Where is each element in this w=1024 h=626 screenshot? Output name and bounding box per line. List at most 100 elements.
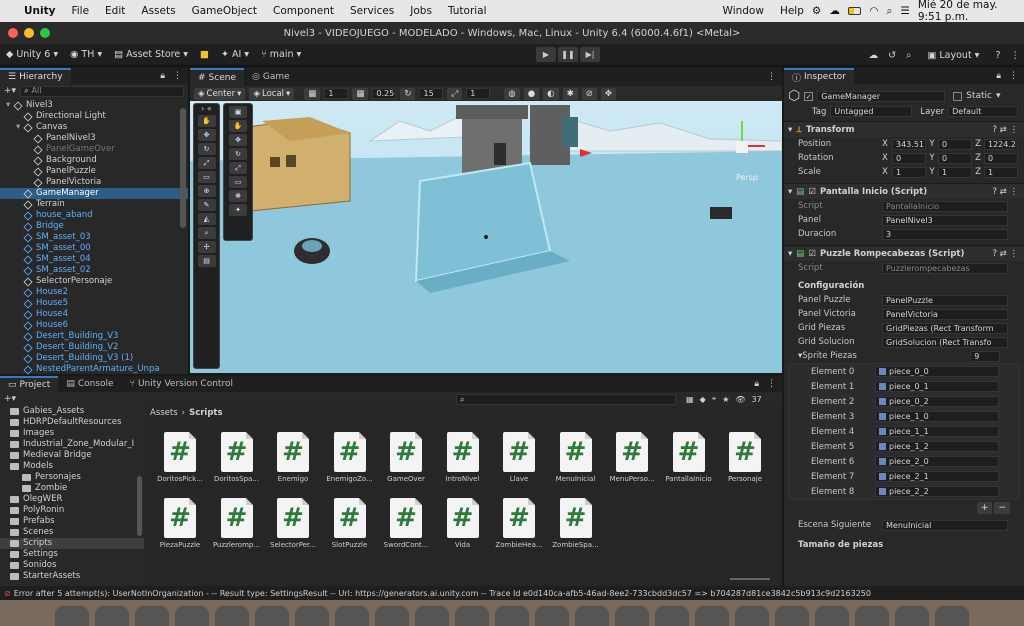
dock-app-icon[interactable] [575,606,609,626]
dock-app-icon[interactable] [455,606,489,626]
script-file[interactable]: # DoritosPick... [154,432,206,483]
script-file[interactable]: # Llave [493,432,545,483]
angle-field[interactable]: 15 [419,88,444,99]
sprite-element-row[interactable]: Element 4 piece_1_1 [789,424,1019,439]
folder-row[interactable]: Gabies_Assets [0,406,144,417]
hierarchy-row[interactable]: Desert_Building_V2 [0,342,188,353]
dock-app-icon[interactable] [735,606,769,626]
grid-toggle[interactable]: ▦ [304,87,321,100]
snap-toggle[interactable]: ▦ [352,87,369,100]
pause-button[interactable]: ❚❚ [558,47,578,62]
package-icon[interactable]: ■ [194,49,215,60]
hierarchy-row[interactable]: Background [0,155,188,166]
script-file[interactable]: # ZombieHea... [493,498,545,549]
lock-icon[interactable]: 🔒︎ [160,71,165,81]
script-file[interactable]: # MenuPerso... [606,432,658,483]
sprite-element-row[interactable]: Element 0 piece_0_0 [789,364,1019,379]
folder-row[interactable]: Images [0,428,144,439]
filter-type-icon[interactable]: ▦ [686,395,694,404]
script-file[interactable]: # Vida [437,498,489,549]
pantalla-header[interactable]: ▾ ▤ ☑ Pantalla Inicio (Script) ? ⇄ ⋮ [784,183,1024,199]
scene-viewport[interactable]: Persp [190,101,782,373]
sprite-element-row[interactable]: Element 2 piece_0_2 [789,394,1019,409]
rect-tool-icon[interactable]: ▭ [197,171,216,183]
add-icon[interactable]: +▾ [4,394,16,404]
folder-row[interactable]: PolyRonin [0,505,144,516]
panel-field[interactable]: PanelNivel3 [882,214,1008,226]
more-icon[interactable]: ⋮ [173,71,182,81]
unity-menu[interactable]: ◆ Unity 6 ▾ [0,49,64,60]
scale-toggle[interactable]: ⤢ [447,87,463,100]
hierarchy-row[interactable]: GameManager [0,188,188,199]
dock-app-icon[interactable] [535,606,569,626]
hierarchy-row[interactable]: SM_asset_00 [0,243,188,254]
script-file[interactable]: # SelectorPer... [267,498,319,549]
remove-element-button[interactable]: − [994,502,1010,514]
tab-scene[interactable]: # Scene [190,68,244,86]
history-icon[interactable]: ↺ [888,50,896,61]
transform-tool-icon[interactable]: ❋ [229,190,247,202]
filter-label-icon[interactable]: ◆ [700,395,706,404]
script-file[interactable]: # PantallaInicio [663,432,715,483]
hierarchy-scrollbar[interactable] [180,108,186,228]
snap-field[interactable]: 0.25 [372,88,397,99]
component-checkbox[interactable]: ☑ [808,249,816,259]
folder-row[interactable]: HDRPDefaultResources [0,417,144,428]
rotation-x[interactable]: 0 [892,152,926,164]
custom-tool-icon[interactable]: ✦ [229,204,247,216]
menu-edit[interactable]: Edit [97,5,133,17]
tab-inspector[interactable]: ⓘ Inspector [784,68,854,84]
hierarchy-row[interactable]: PanelNivel3 [0,133,188,144]
sprite-element-field[interactable]: piece_0_1 [875,381,999,392]
add-element-button[interactable]: + [976,502,993,514]
persp-label[interactable]: Persp [736,173,758,182]
more-icon[interactable]: ⋮ [1009,71,1018,81]
angle-toggle[interactable]: ↻ [400,87,416,100]
puzzle-field-value[interactable]: PanelPuzzle [882,294,1008,306]
ai-button[interactable]: ✦ AI ▾ [215,49,255,60]
component-menu-icon[interactable]: ? ⇄ ⋮ [992,249,1024,259]
status-icon[interactable]: ⚙ [812,5,821,17]
dock-app-icon[interactable] [855,606,889,626]
transform-tool-icon[interactable]: ⊕ [197,185,216,197]
menu-help[interactable]: Help [772,5,812,17]
space-dropdown[interactable]: ◈ Local ▾ [249,87,295,100]
active-checkbox[interactable]: ✓ [804,91,814,101]
dock-app-icon[interactable] [495,606,529,626]
sprite-element-field[interactable]: piece_2_2 [875,486,999,497]
cloud-icon[interactable]: ☁ [829,5,840,17]
folder-row[interactable]: Models [0,461,144,472]
hierarchy-row[interactable]: House2 [0,287,188,298]
more-icon[interactable]: ⋮ [1011,50,1021,61]
sprite-element-field[interactable]: piece_0_0 [875,366,999,377]
dock-app-icon[interactable] [135,606,169,626]
folder-row[interactable]: Zombie [0,483,144,494]
script-file[interactable]: # IntroNivel [437,432,489,483]
sprite-count-field[interactable]: 9 [970,350,1001,362]
menu-app-name[interactable]: Unity [16,5,63,17]
minimize-window-button[interactable] [24,28,34,38]
hierarchy-row[interactable]: House5 [0,298,188,309]
tab-hierarchy[interactable]: ☰ Hierarchy [0,68,71,84]
dock-app-icon[interactable] [55,606,89,626]
folder-row[interactable]: Personajes [0,472,144,483]
hierarchy-row[interactable]: Directional Light [0,111,188,122]
folder-row[interactable]: Prefabs [0,516,144,527]
sprite-piezas-row[interactable]: ▾ Sprite Piezas 9 [784,349,1024,363]
move-tool-icon[interactable]: ✥ [197,129,216,141]
menu-gameobject[interactable]: GameObject [184,5,265,17]
move-tool-icon[interactable]: ✥ [229,134,247,146]
hierarchy-row[interactable]: SM_asset_03 [0,232,188,243]
hierarchy-row[interactable]: PanelVictoria [0,177,188,188]
search-icon[interactable]: ⌕ [906,50,911,61]
menu-services[interactable]: Services [342,5,402,17]
hierarchy-row[interactable]: NestedParentArmature_Unpa [0,364,188,375]
script-file[interactable]: # MenuInicial [550,432,602,483]
folder-row[interactable]: Industrial_Zone_Modular_I [0,439,144,450]
terrain-tool-icon[interactable]: ◭ [197,213,216,225]
more-icon[interactable]: ⋮ [767,379,776,389]
wifi-icon[interactable]: ◠ [869,5,878,17]
hierarchy-row[interactable]: house_aband [0,210,188,221]
puzzle-header[interactable]: ▾ ▤ ☑ Puzzle Rompecabezas (Script) ? ⇄ ⋮ [784,245,1024,261]
menu-file[interactable]: File [63,5,97,17]
